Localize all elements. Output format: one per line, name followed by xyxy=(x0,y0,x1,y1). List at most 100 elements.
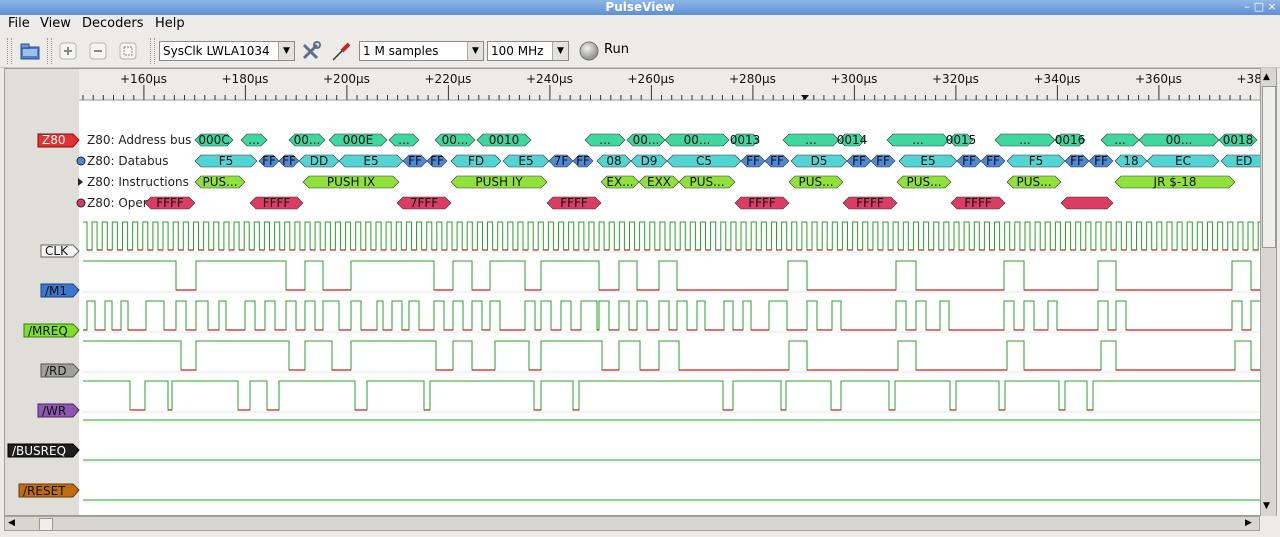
header-mreq-label: /MREQ xyxy=(28,324,68,338)
probes-button[interactable] xyxy=(330,40,352,62)
annotation-instr-text: PUSH IY xyxy=(475,175,523,189)
device-selector-value: SysClk LWLA1034 xyxy=(163,44,270,58)
zoom-out-icon xyxy=(89,42,107,60)
toolbar-separator xyxy=(47,38,52,64)
ruler-label: +300µs xyxy=(831,72,878,86)
waveform-mreq xyxy=(83,300,1276,331)
annotation-addr-text: 0016 xyxy=(1055,133,1086,147)
minimize-icon[interactable]: – xyxy=(1241,1,1253,13)
open-button[interactable] xyxy=(19,40,41,62)
annotation-data-text: ED xyxy=(1236,154,1253,168)
header-reset-label: /RESET xyxy=(23,484,66,498)
annotation-addr-text: 00... xyxy=(442,133,469,147)
annotation-oper-text: FFFF xyxy=(748,196,776,210)
annotation-oper-text: FFFF xyxy=(964,196,992,210)
menu-view[interactable]: View xyxy=(40,16,71,31)
horizontal-scroll-thumb[interactable] xyxy=(39,518,53,531)
header-rd-label: /RD xyxy=(45,364,67,378)
header-m1-label: /M1 xyxy=(45,284,67,298)
header-wr-label: /WR xyxy=(42,404,66,418)
ruler-label: +320µs xyxy=(932,72,979,86)
annotation-instr-text: EX... xyxy=(606,175,633,189)
header-z80-label: Z80 xyxy=(42,133,66,147)
ruler-label: +220µs xyxy=(425,72,472,86)
annotation-addr-text: 000E xyxy=(343,133,374,147)
annotation-addr-text: ... xyxy=(805,133,816,147)
scroll-down-icon[interactable]: ▼ xyxy=(1263,501,1270,511)
waveform-wr xyxy=(83,380,1276,411)
toolbar: SysClk LWLA1034 ▼ 1 M samples ▼ 100 MHz … xyxy=(0,34,1280,68)
chevron-down-icon: ▼ xyxy=(467,42,483,60)
ruler-label: +160µs xyxy=(120,72,167,86)
annotation-instr-text: PUS... xyxy=(689,175,724,189)
annotation-data-text: FD xyxy=(468,154,484,168)
annotation-instr-text: PUS... xyxy=(1016,175,1051,189)
annotation-addr-text: 00... xyxy=(633,133,660,147)
decoder-operands-marker xyxy=(76,198,86,208)
annotation-data-text: E5 xyxy=(920,154,935,168)
close-icon[interactable]: × xyxy=(1266,1,1278,13)
annotation-data-text: FF xyxy=(770,154,784,168)
decoder-instructions-label: Z80: Instructions xyxy=(87,175,189,189)
annotation-oper-text: 7FFF xyxy=(410,196,438,210)
annotation-data-text: FF xyxy=(576,154,590,168)
vertical-scroll-thumb[interactable] xyxy=(1262,86,1276,248)
samplerate-selector[interactable]: 100 MHz ▼ xyxy=(487,41,569,61)
annotation-data-text: FF xyxy=(408,154,422,168)
zoom-fit-icon xyxy=(119,42,137,60)
ruler-label: +180µs xyxy=(222,72,269,86)
trace-canvas[interactable]: +160µs +180µs +200µs +220µs +240µs +260µs +280… xyxy=(5,69,1276,515)
annotation-addr-text: 0014 xyxy=(837,133,868,147)
annotation-data-text: FF xyxy=(746,154,760,168)
menu-bar: File View Decoders Help xyxy=(0,15,1280,33)
annotation-data-text: D5 xyxy=(811,154,828,168)
decoder-address-bus-label: Z80: Address bus xyxy=(87,133,191,147)
run-indicator-icon xyxy=(579,41,599,61)
device-selector[interactable]: SysClk LWLA1034 ▼ xyxy=(159,41,295,61)
scroll-left-icon[interactable]: ◀ xyxy=(8,518,15,528)
horizontal-scrollbar[interactable]: ◀ ▶ xyxy=(4,516,1260,531)
samples-selector-value: 1 M samples xyxy=(363,44,439,58)
chevron-down-icon: ▼ xyxy=(552,42,568,60)
ruler-label: +260µs xyxy=(628,72,675,86)
trace-view[interactable]: +160µs +180µs +200µs +220µs +240µs +260µs +280… xyxy=(4,68,1277,516)
ruler-label: +340µs xyxy=(1034,72,1081,86)
annotation-addr-text: 00... xyxy=(1166,133,1193,147)
annotation-data-text: F5 xyxy=(1029,154,1044,168)
samplerate-selector-value: 100 MHz xyxy=(491,44,544,58)
scroll-right-icon[interactable]: ▶ xyxy=(1245,518,1252,528)
menu-decoders[interactable]: Decoders xyxy=(82,16,143,31)
chevron-down-icon: ▼ xyxy=(278,42,294,60)
probe-icon xyxy=(332,42,351,61)
annotation-data-text: FF xyxy=(262,154,276,168)
run-label[interactable]: Run xyxy=(604,42,629,57)
annotation-oper[interactable] xyxy=(1060,196,1114,210)
title-bar: PulseView – □ × xyxy=(0,0,1280,16)
annotation-addr-text: ... xyxy=(398,133,409,147)
annotation-addr-text: ... xyxy=(248,133,259,147)
annotation-addr-text: 0010 xyxy=(489,133,520,147)
annotation-addr-text: 00... xyxy=(684,133,711,147)
window-title: PulseView xyxy=(605,0,675,14)
vertical-scrollbar[interactable]: ▲ ▼ xyxy=(1260,68,1276,516)
annotation-data-text: FF xyxy=(962,154,976,168)
ruler-label: +240µs xyxy=(526,72,573,86)
menu-file[interactable]: File xyxy=(8,16,30,31)
zoom-fit-button[interactable] xyxy=(117,40,139,62)
samples-selector[interactable]: 1 M samples ▼ xyxy=(359,41,484,61)
annotation-data-text: FF xyxy=(852,154,866,168)
zoom-out-button[interactable] xyxy=(87,40,109,62)
annotation-data-text: D9 xyxy=(641,154,658,168)
menu-help[interactable]: Help xyxy=(155,16,185,31)
run-button[interactable] xyxy=(578,40,600,62)
annotation-data-text: E5 xyxy=(518,154,533,168)
scroll-up-icon[interactable]: ▲ xyxy=(1263,72,1270,82)
configure-button[interactable] xyxy=(300,40,322,62)
annotation-oper-text: FFFF xyxy=(263,196,291,210)
ruler-label: +200µs xyxy=(323,72,370,86)
zoom-in-button[interactable] xyxy=(57,40,79,62)
annotation-data-text: FF xyxy=(1094,154,1108,168)
maximize-icon[interactable]: □ xyxy=(1253,1,1265,13)
annotation-data-text: DD xyxy=(310,154,328,168)
toolbar-grip[interactable] xyxy=(7,38,12,64)
